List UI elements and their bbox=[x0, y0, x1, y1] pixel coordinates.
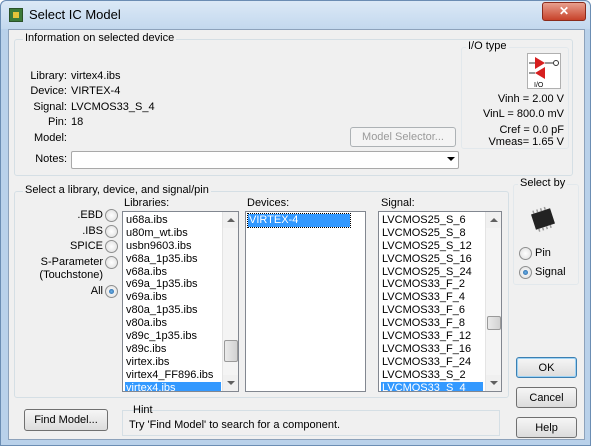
pin-label: Pin: bbox=[48, 116, 67, 128]
chevron-down-icon bbox=[447, 157, 455, 161]
list-item[interactable]: LVCMOS25_S_24 bbox=[381, 266, 483, 279]
cref-value: Cref = 0.0 pF bbox=[499, 124, 564, 136]
library-label: Library: bbox=[30, 70, 67, 82]
vinh-value: Vinh = 2.00 V bbox=[497, 93, 564, 105]
list-item[interactable]: v89c.ibs bbox=[125, 343, 221, 356]
scroll-down-icon[interactable] bbox=[486, 375, 501, 391]
device-value: VIRTEX-4 bbox=[71, 85, 121, 97]
pin-value: 18 bbox=[71, 116, 84, 128]
vinl-value: VinL = 800.0 mV bbox=[482, 108, 564, 120]
filter-spice-label: SPICE bbox=[69, 240, 103, 252]
signals-items: LVCMOS25_S_6 LVCMOS25_S_8 LVCMOS25_S_12 … bbox=[381, 214, 483, 391]
select-group-title: Select a library, device, and signal/pin bbox=[23, 184, 211, 196]
select-by-signal-label: Signal bbox=[535, 266, 566, 278]
library-value: virtex4.ibs bbox=[71, 70, 121, 82]
list-item[interactable]: v69a.ibs bbox=[125, 291, 221, 304]
scroll-thumb[interactable] bbox=[487, 316, 501, 330]
list-item-selected[interactable]: virtex4.ibs bbox=[125, 381, 221, 391]
devices-label: Devices: bbox=[247, 197, 290, 209]
list-item[interactable]: LVCMOS33_F_2 bbox=[381, 278, 483, 291]
notes-dropdown[interactable] bbox=[71, 151, 459, 169]
filter-touchstone-label: (Touchstone) bbox=[39, 269, 103, 281]
list-item[interactable]: usbn9603.ibs bbox=[125, 240, 221, 253]
cancel-button[interactable]: Cancel bbox=[516, 387, 577, 408]
list-item[interactable]: v89c_1p35.ibs bbox=[125, 330, 221, 343]
select-by-signal-radio[interactable] bbox=[519, 266, 532, 279]
app-icon bbox=[9, 8, 23, 22]
devices-list[interactable]: VIRTEX-4 bbox=[245, 211, 366, 392]
signals-list[interactable]: LVCMOS25_S_6 LVCMOS25_S_8 LVCMOS25_S_12 … bbox=[378, 211, 502, 392]
list-item[interactable]: virtex4_FF896.ibs bbox=[125, 369, 221, 382]
scroll-up-icon[interactable] bbox=[223, 212, 238, 228]
list-item[interactable]: u80m_wt.ibs bbox=[125, 227, 221, 240]
devices-items: VIRTEX-4 bbox=[247, 213, 363, 228]
model-selector-button[interactable]: Model Selector... bbox=[350, 127, 456, 147]
libraries-scrollbar[interactable] bbox=[222, 212, 238, 391]
list-item[interactable]: LVCMOS33_F_16 bbox=[381, 343, 483, 356]
filter-ebd-radio[interactable] bbox=[105, 209, 118, 222]
signal-list-label: Signal: bbox=[381, 197, 415, 209]
list-item-selected[interactable]: LVCMOS33_S_4 bbox=[381, 381, 483, 391]
list-item[interactable]: LVCMOS33_F_4 bbox=[381, 291, 483, 304]
help-button[interactable]: Help bbox=[516, 417, 577, 438]
ok-button[interactable]: OK bbox=[516, 357, 577, 378]
list-item[interactable]: v68a_1p35.ibs bbox=[125, 253, 221, 266]
scroll-thumb[interactable] bbox=[224, 340, 238, 362]
hint-title: Hint bbox=[133, 404, 153, 416]
io-type-title: I/O type bbox=[466, 40, 509, 52]
device-label: Device: bbox=[30, 85, 67, 97]
list-item[interactable]: v68a.ibs bbox=[125, 266, 221, 279]
select-by-pin-label: Pin bbox=[535, 247, 551, 259]
model-label: Model: bbox=[33, 132, 67, 144]
vmeas-value: Vmeas= 1.65 V bbox=[488, 136, 564, 148]
filter-ebd-label: .EBD bbox=[77, 209, 103, 221]
list-item[interactable]: LVCMOS33_F_8 bbox=[381, 317, 483, 330]
list-item[interactable]: LVCMOS25_S_12 bbox=[381, 240, 483, 253]
filter-sparam-label: S-Parameter bbox=[40, 256, 103, 268]
select-by-title: Select by bbox=[518, 177, 568, 189]
notes-label: Notes: bbox=[35, 153, 67, 165]
dialog-window: Select IC Model ✕ Information on selecte… bbox=[0, 0, 591, 446]
scroll-down-icon[interactable] bbox=[223, 375, 238, 391]
list-item[interactable]: LVCMOS33_F_6 bbox=[381, 304, 483, 317]
list-item[interactable]: LVCMOS25_S_8 bbox=[381, 227, 483, 240]
list-item[interactable]: u68a.ibs bbox=[125, 214, 221, 227]
list-item[interactable]: LVCMOS25_S_16 bbox=[381, 253, 483, 266]
signal-label: Signal: bbox=[33, 101, 67, 113]
hint-text: Try 'Find Model' to search for a compone… bbox=[129, 419, 341, 431]
libraries-label: Libraries: bbox=[124, 197, 170, 209]
list-item[interactable]: LVCMOS33_F_12 bbox=[381, 330, 483, 343]
signal-value: LVCMOS33_S_4 bbox=[71, 101, 155, 113]
io-icon-text: I/O bbox=[534, 82, 544, 89]
filter-ibs-radio[interactable] bbox=[105, 225, 118, 238]
libraries-list[interactable]: u68a.ibs u80m_wt.ibs usbn9603.ibs v68a_1… bbox=[122, 211, 239, 392]
filter-sparam-radio[interactable] bbox=[105, 256, 118, 269]
filter-spice-radio[interactable] bbox=[105, 240, 118, 253]
window-title: Select IC Model bbox=[29, 7, 121, 22]
list-item-selected[interactable]: VIRTEX-4 bbox=[247, 213, 351, 228]
select-by-pin-radio[interactable] bbox=[519, 247, 532, 260]
filter-all-label: All bbox=[90, 285, 103, 297]
list-item[interactable]: v80a.ibs bbox=[125, 317, 221, 330]
filter-all-radio[interactable] bbox=[105, 285, 118, 298]
dialog-client: Information on selected device Library: … bbox=[8, 29, 585, 440]
find-model-button[interactable]: Find Model... bbox=[24, 409, 108, 431]
list-item[interactable]: v69a_1p35.ibs bbox=[125, 278, 221, 291]
scroll-up-icon[interactable] bbox=[486, 212, 501, 228]
filter-ibs-label: .IBS bbox=[82, 225, 103, 237]
libraries-items: u68a.ibs u80m_wt.ibs usbn9603.ibs v68a_1… bbox=[125, 214, 221, 391]
list-item[interactable]: virtex.ibs bbox=[125, 356, 221, 369]
list-item[interactable]: v80a_1p35.ibs bbox=[125, 304, 221, 317]
device-info-title: Information on selected device bbox=[23, 32, 177, 44]
close-button[interactable]: ✕ bbox=[542, 2, 586, 21]
signals-scrollbar[interactable] bbox=[485, 212, 501, 391]
chip-icon bbox=[531, 206, 555, 232]
title-bar[interactable]: Select IC Model ✕ bbox=[1, 1, 590, 29]
list-item[interactable]: LVCMOS33_F_24 bbox=[381, 356, 483, 369]
io-buffer-icon: I/O bbox=[527, 53, 561, 89]
list-item[interactable]: LVCMOS33_S_2 bbox=[381, 369, 483, 382]
list-item[interactable]: LVCMOS25_S_6 bbox=[381, 214, 483, 227]
